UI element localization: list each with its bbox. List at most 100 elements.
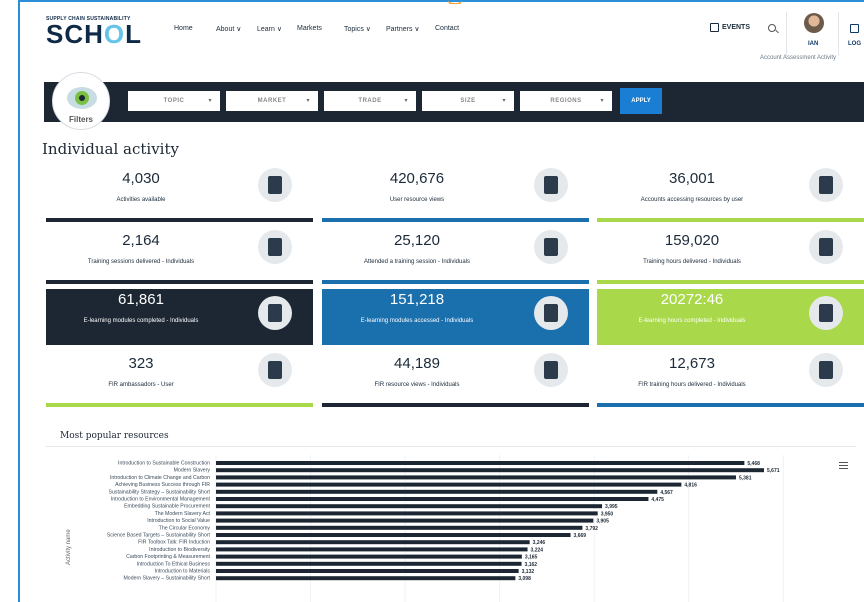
stat-label: FIR resource views - Individuals bbox=[374, 382, 460, 388]
chart-category-label: Carbon Footprinting & Measurement bbox=[126, 554, 210, 560]
chart-category-label: Introduction to Environmental Management bbox=[111, 497, 211, 503]
chart-bar[interactable] bbox=[216, 547, 528, 552]
certificate-icon bbox=[258, 296, 292, 330]
chart-bar[interactable] bbox=[216, 482, 682, 487]
chart-category-label: Embedding Sustainable Procurement bbox=[124, 504, 210, 510]
chart-data-label: 3,165 bbox=[525, 555, 538, 561]
nav-topics[interactable]: Topics ∨ bbox=[344, 25, 371, 33]
chart-bar[interactable] bbox=[216, 540, 530, 545]
chart-title: Most popular resources bbox=[60, 431, 169, 441]
avatar[interactable] bbox=[804, 13, 824, 33]
fir-training-icon bbox=[809, 353, 843, 387]
stat-card: 323 FIR ambassadors - User bbox=[46, 353, 313, 407]
chart-data-label: 4,567 bbox=[660, 490, 673, 496]
regions-select[interactable]: REGIONS bbox=[520, 91, 612, 111]
chart-bar[interactable] bbox=[216, 497, 649, 501]
stat-card-accent-bar bbox=[597, 218, 864, 222]
nav-partners-label: Partners bbox=[386, 26, 413, 33]
stat-card: 159,020 Training hours delivered - Indivi… bbox=[597, 230, 864, 284]
chart-bar[interactable] bbox=[216, 504, 603, 509]
chart-bar[interactable] bbox=[216, 533, 571, 537]
nav-topics-label: Topics bbox=[344, 26, 364, 33]
user-name[interactable]: IAN bbox=[808, 41, 818, 47]
apply-button[interactable]: APPLY bbox=[620, 88, 662, 114]
chevron-down-icon: ∨ bbox=[365, 26, 371, 33]
clipboard-icon bbox=[258, 168, 292, 202]
topic-select[interactable]: TOPIC bbox=[128, 91, 220, 111]
chart-data-label: 3,950 bbox=[601, 511, 614, 517]
chart-bar[interactable] bbox=[216, 518, 594, 523]
stat-card-accent-bar bbox=[46, 403, 313, 407]
chart-bar[interactable] bbox=[216, 576, 516, 581]
filters-toggle[interactable]: Filters bbox=[52, 72, 110, 130]
stat-card: 12,673 FIR training hours delivered - Ind… bbox=[597, 353, 864, 407]
stat-card: 420,676 User resource views bbox=[322, 168, 589, 222]
stat-value: 25,120 bbox=[394, 232, 440, 249]
chart-bar[interactable] bbox=[216, 489, 658, 494]
nav-home[interactable]: Home bbox=[174, 25, 193, 32]
chart-bar[interactable] bbox=[216, 525, 583, 530]
chart-category-label: Introduction To Ethical Business bbox=[137, 561, 211, 567]
stat-value: 420,676 bbox=[389, 170, 445, 187]
chart-bar[interactable] bbox=[216, 475, 736, 480]
size-select[interactable]: SIZE bbox=[422, 91, 514, 111]
eye-icon bbox=[67, 87, 97, 109]
chevron-down-icon: ∨ bbox=[236, 26, 242, 33]
stat-label: Training hours delivered - Individuals bbox=[643, 259, 741, 265]
chart-category-label: The Circular Economy bbox=[159, 525, 211, 531]
nav-about[interactable]: About ∨ bbox=[216, 25, 241, 33]
stat-card: 4,030 Activities available bbox=[46, 168, 313, 222]
nav-contact[interactable]: Contact bbox=[435, 25, 459, 32]
chart-category-label: Modern Slavery – Sustainability Short bbox=[123, 576, 210, 582]
stat-value: 44,189 bbox=[394, 355, 440, 372]
stat-label: E-learning modules accessed - Individual… bbox=[360, 318, 474, 324]
logo-text-start: SCH bbox=[46, 19, 104, 49]
stat-label: User resource views bbox=[389, 197, 445, 203]
window-frame-top bbox=[18, 0, 864, 2]
market-select[interactable]: MARKET bbox=[226, 91, 318, 111]
stat-card: 151,218 E-learning modules accessed - Ind… bbox=[322, 289, 589, 345]
nav-learn[interactable]: Learn ∨ bbox=[257, 25, 282, 33]
search-icon[interactable] bbox=[768, 24, 776, 32]
trade-select[interactable]: TRADE bbox=[324, 91, 416, 111]
stat-value: 4,030 bbox=[122, 170, 160, 187]
stat-value: 2,164 bbox=[122, 232, 160, 249]
nav-partners[interactable]: Partners ∨ bbox=[386, 25, 420, 33]
chart-bar[interactable] bbox=[216, 468, 764, 473]
stat-value: 20272:46 bbox=[660, 291, 724, 308]
chart-data-label: 4,816 bbox=[684, 483, 697, 489]
account-sublinks[interactable]: Account Assessment Activity bbox=[760, 55, 836, 61]
chart-bar[interactable] bbox=[216, 461, 745, 465]
chart-category-label: Achieving Business Success through FIR bbox=[115, 482, 210, 488]
stopwatch-icon bbox=[809, 296, 843, 330]
site-logo[interactable]: SUPPLY CHAIN SUSTAINABILITY SCHOL bbox=[46, 16, 143, 49]
chart-bar[interactable] bbox=[216, 561, 522, 566]
calendar-icon bbox=[710, 23, 719, 32]
stat-card: 25,120 Attended a training session - Indi… bbox=[322, 230, 589, 284]
login-label[interactable]: LOG bbox=[848, 41, 861, 47]
document-icon bbox=[534, 296, 568, 330]
nav-markets[interactable]: Markets bbox=[297, 25, 322, 32]
logo-text-end: L bbox=[125, 19, 143, 49]
chart-data-label: 5,381 bbox=[739, 475, 752, 481]
chart-bar[interactable] bbox=[216, 569, 519, 573]
chart-category-label: FIR Toolbox Talk: FIR Induction bbox=[138, 540, 210, 546]
page-title: Individual activity bbox=[42, 140, 179, 158]
chart-category-label: Introduction to Materials bbox=[155, 569, 211, 575]
chart-data-label: 3,098 bbox=[518, 576, 531, 582]
chart-data-label: 3,792 bbox=[585, 526, 598, 532]
site-header: SUPPLY CHAIN SUSTAINABILITY SCHOL Home A… bbox=[20, 4, 864, 61]
stat-label: Accounts accessing resources by user bbox=[640, 197, 744, 203]
chevron-down-icon: ∨ bbox=[414, 26, 420, 33]
chart-bar[interactable] bbox=[216, 554, 522, 559]
chart-data-label: 3,132 bbox=[522, 569, 535, 575]
stat-card-accent-bar bbox=[322, 218, 589, 222]
stat-value: 151,218 bbox=[389, 291, 445, 308]
stat-card: 61,861 E-learning modules completed - Ind… bbox=[46, 289, 313, 345]
chart-category-label: Sustainability Strategy – Sustainability… bbox=[109, 489, 211, 495]
events-link[interactable]: EVENTS bbox=[710, 23, 750, 32]
login-icon[interactable] bbox=[850, 24, 859, 33]
chart-category-label: Introduction to Sustainable Construction bbox=[118, 461, 210, 467]
chart-category-label: Introduction to Social Value bbox=[147, 518, 210, 524]
chart-bar[interactable] bbox=[216, 511, 598, 516]
